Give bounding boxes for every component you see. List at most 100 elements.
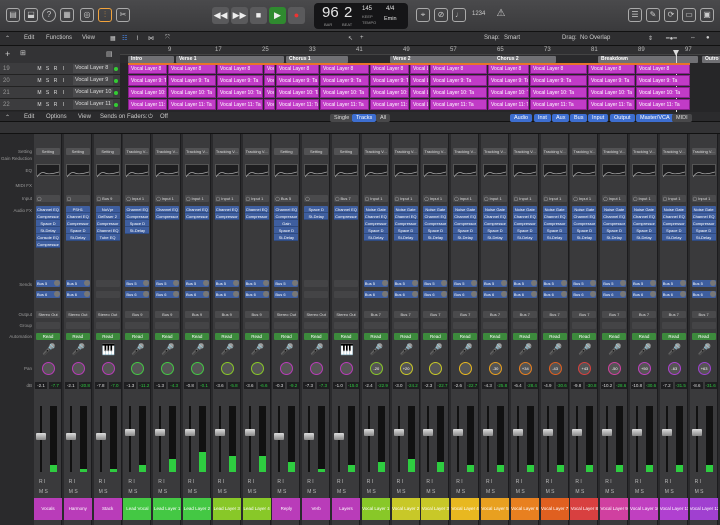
send-slot-empty[interactable]: [334, 291, 358, 298]
input-slot[interactable]: ◯Input 1: [155, 195, 180, 202]
group-slot[interactable]: [36, 322, 60, 329]
add-track-icon[interactable]: +: [5, 49, 10, 59]
fx-slot[interactable]: Space D: [483, 227, 507, 234]
fx-slot[interactable]: Compressor: [363, 220, 388, 227]
output-slot[interactable]: Bus 9: [125, 311, 150, 318]
pan-knob[interactable]: [131, 362, 145, 375]
region[interactable]: Vocal Layer 11: Ta: [168, 99, 216, 110]
mixer-view-menu[interactable]: View: [78, 114, 91, 120]
chevron-icon[interactable]: ⌃: [5, 35, 10, 42]
solo-button[interactable]: S: [44, 90, 51, 97]
mute-solo-buttons[interactable]: M S: [367, 489, 376, 495]
channel-strip[interactable]: Setting ◯Bus 9 NoVpr DeEsser 2 Compressor Cha…: [93, 134, 122, 525]
fx-slot[interactable]: Tube EQ: [95, 234, 120, 241]
region[interactable]: Vocal Layer 11: Ta: [636, 99, 690, 110]
drag-select[interactable]: No Overlap: [580, 35, 610, 41]
region[interactable]: Vocal Layer 11: Ta: [264, 99, 275, 110]
channel-strip[interactable]: Tracking V... ◯Input 1 Channel EQ Compresso…: [153, 134, 182, 525]
filter-mastervca[interactable]: Master/VCA: [636, 114, 674, 122]
peak-readout[interactable]: -5.8: [227, 382, 240, 389]
pan-knob[interactable]: -30: [489, 362, 502, 375]
record-input-buttons[interactable]: R I: [218, 479, 224, 485]
mixer-edit-menu[interactable]: Edit: [24, 114, 34, 120]
volume-fader[interactable]: [185, 429, 195, 437]
audio-fx-slots[interactable]: Noise Gate Channel EQ Compressor Space D St-…: [602, 206, 627, 241]
track-name-label[interactable]: Vocal Layer 5: [481, 498, 509, 520]
group-slot[interactable]: [453, 322, 478, 329]
volume-fader[interactable]: [393, 429, 404, 437]
send-knob[interactable]: [381, 291, 388, 297]
tracks-view-button[interactable]: Tracks: [352, 114, 377, 122]
setting-button[interactable]: Tracking V...: [185, 148, 209, 155]
peak-readout[interactable]: -9.2: [287, 382, 300, 389]
pan-knob[interactable]: +63: [697, 362, 711, 375]
fx-slot[interactable]: St-Delay: [423, 234, 448, 241]
peak-readout[interactable]: -15.0: [347, 382, 359, 389]
input-slot[interactable]: ◯: [36, 195, 60, 202]
send-knob[interactable]: [501, 291, 507, 297]
input-monitor-button[interactable]: I: [60, 90, 67, 97]
volume-readout[interactable]: -4.3: [482, 382, 494, 389]
peak-readout[interactable]: -6.6: [257, 382, 270, 389]
track-name-label[interactable]: Vocal Layer 2: [391, 498, 420, 520]
pan-knob[interactable]: [340, 362, 353, 375]
eq-thumbnail[interactable]: [95, 164, 120, 178]
input-monitor-button[interactable]: I: [60, 78, 67, 85]
fx-slot[interactable]: Space D: [363, 227, 388, 234]
track-header[interactable]: 19 M S R I Vocal Layer 8: [0, 63, 120, 75]
setting-button[interactable]: Tracking V...: [691, 148, 716, 155]
audio-fx-slots[interactable]: Noise Gate Channel EQ Compressor Space D St-…: [453, 206, 478, 241]
output-slot[interactable]: Stereo Out: [95, 311, 120, 318]
channel-strip[interactable]: Tracking V... ◯Input 1 Noise Gate Channel E…: [451, 134, 480, 525]
fx-slot[interactable]: Space D: [602, 227, 627, 234]
rewind-button[interactable]: ◀◀: [212, 7, 229, 24]
channel-strip[interactable]: Tracking V... ◯Input 1 Channel EQ Compresso…: [212, 134, 241, 525]
input-monitor-button[interactable]: I: [60, 102, 67, 109]
mixer-collapse-icon[interactable]: ⌃: [5, 114, 10, 121]
track-name-label[interactable]: Vocal Layer 11: [659, 498, 688, 520]
send-knob[interactable]: [83, 291, 90, 297]
track-name-label[interactable]: Lead Layer 1: [153, 498, 182, 520]
eq-thumbnail[interactable]: [602, 164, 627, 178]
fx-slot[interactable]: Channel EQ: [632, 213, 656, 220]
send-knob[interactable]: [411, 291, 418, 297]
fx-slot[interactable]: Space D: [691, 227, 716, 234]
fx-slot[interactable]: Channel EQ: [393, 213, 418, 220]
mute-solo-buttons[interactable]: M S: [307, 489, 316, 495]
fx-slot[interactable]: Space D: [423, 227, 448, 234]
channel-strip[interactable]: Setting ◯Bus 5 Channel EQ Compressor Gain Spa…: [272, 134, 301, 525]
track-name-label[interactable]: Vocal Layer 8: [570, 498, 599, 520]
input-slot[interactable]: ◯Input 1: [691, 195, 716, 202]
setting-button[interactable]: Setting: [36, 148, 60, 155]
list-icon[interactable]: ☷: [122, 35, 127, 42]
channel-strip[interactable]: Tracking V... ◯Input 1 Channel EQ Compresso…: [183, 134, 211, 525]
group-slot[interactable]: [155, 322, 180, 329]
fx-slot[interactable]: Channel EQ: [542, 213, 567, 220]
track-name-label[interactable]: Lead Layer 3: [212, 498, 241, 520]
send-knob[interactable]: [54, 291, 60, 297]
setting-button[interactable]: Tracking V...: [125, 148, 150, 155]
fx-slot[interactable]: Compressor: [572, 220, 597, 227]
audio-fx-slots[interactable]: Noise Gate Channel EQ Compressor Space D St-…: [542, 206, 567, 241]
group-slot[interactable]: [304, 322, 329, 329]
peak-readout[interactable]: -4.3: [168, 382, 181, 389]
ruler[interactable]: 9 17 25 33 41 49 57 65 73 81 89 97: [120, 46, 720, 55]
mute-solo-buttons[interactable]: M S: [248, 489, 257, 495]
mute-solo-buttons[interactable]: M S: [188, 489, 197, 495]
fader-track[interactable]: [636, 406, 638, 472]
send-knob[interactable]: [650, 291, 656, 297]
channel-strip[interactable]: Tracking V... ◯Input 1 Noise Gate Channel E…: [391, 134, 420, 525]
edit-menu[interactable]: Edit: [24, 35, 34, 41]
record-input-buttons[interactable]: R I: [248, 479, 254, 485]
input-slot[interactable]: ◯Input 1: [125, 195, 150, 202]
pan-knob[interactable]: [459, 362, 473, 375]
help-icon[interactable]: ?: [42, 8, 56, 22]
setting-button[interactable]: Tracking V...: [155, 148, 180, 155]
fx-slot[interactable]: Space D: [125, 220, 150, 227]
mute-solo-buttons[interactable]: M S: [635, 489, 644, 495]
peak-readout[interactable]: -24.2: [406, 382, 419, 389]
fx-slot[interactable]: Compressor: [393, 220, 418, 227]
setting-button[interactable]: Tracking V...: [423, 148, 448, 155]
fx-slot[interactable]: Channel EQ: [36, 206, 60, 213]
browser-icon[interactable]: ▭: [682, 8, 696, 22]
